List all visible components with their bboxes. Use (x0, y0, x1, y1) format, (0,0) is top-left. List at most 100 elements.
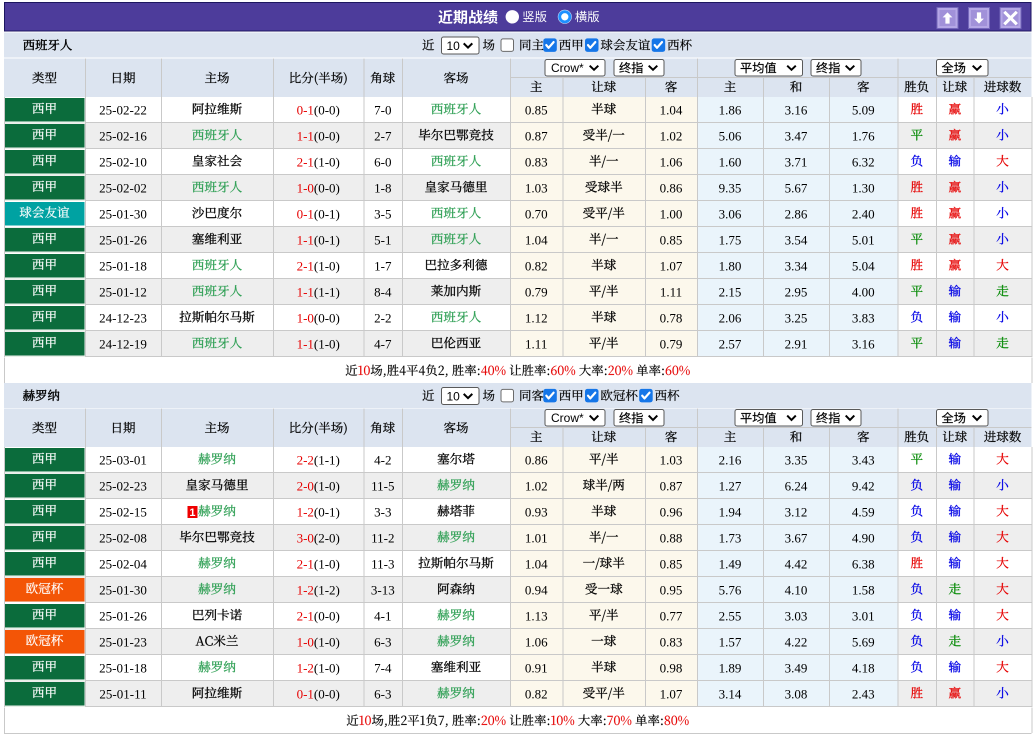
svg-text:8-4: 8-4 (374, 284, 392, 299)
svg-text:1.03: 1.03 (525, 180, 548, 195)
svg-text:3.16: 3.16 (852, 336, 875, 351)
svg-text:1.07: 1.07 (660, 686, 683, 701)
svg-text:0.85: 0.85 (660, 556, 683, 571)
svg-text:25-01-30: 25-01-30 (99, 582, 147, 597)
svg-text:24-12-19: 24-12-19 (99, 336, 147, 351)
svg-text:0.95: 0.95 (660, 582, 683, 597)
svg-text:5.69: 5.69 (852, 634, 875, 649)
svg-text:0.96: 0.96 (660, 504, 683, 519)
svg-text:3.71: 3.71 (785, 154, 808, 169)
svg-text:25-02-23: 25-02-23 (99, 478, 147, 493)
svg-text:2.43: 2.43 (852, 686, 875, 701)
svg-text:25-01-18: 25-01-18 (99, 660, 147, 675)
svg-text:6-3: 6-3 (374, 686, 391, 701)
svg-text:4.42: 4.42 (785, 556, 808, 571)
svg-text:5.76: 5.76 (719, 582, 742, 597)
svg-text:2-1: 2-1 (297, 608, 314, 623)
svg-text:1-2: 1-2 (297, 660, 314, 675)
svg-text:5.09: 5.09 (852, 102, 875, 117)
svg-text:3.54: 3.54 (785, 232, 808, 247)
svg-text:Crow*: Crow* (551, 411, 584, 425)
svg-text:(0-1): (0-1) (314, 232, 340, 247)
svg-text:0.88: 0.88 (660, 530, 683, 545)
svg-text:1.27: 1.27 (719, 478, 742, 493)
svg-text:3.25: 3.25 (785, 310, 808, 325)
svg-text:25-02-16: 25-02-16 (99, 128, 147, 143)
svg-text:(1-1): (1-1) (314, 284, 340, 299)
svg-text:3.14: 3.14 (719, 686, 742, 701)
svg-text:0.70: 0.70 (525, 206, 548, 221)
svg-text:1.57: 1.57 (719, 634, 742, 649)
svg-text:3.03: 3.03 (785, 608, 808, 623)
svg-text:4-2: 4-2 (374, 452, 391, 467)
svg-text:1.73: 1.73 (719, 530, 742, 545)
svg-text:3.83: 3.83 (852, 310, 875, 325)
svg-text:24-12-23: 24-12-23 (99, 310, 147, 325)
svg-text:1.80: 1.80 (719, 258, 742, 273)
svg-text:1.30: 1.30 (852, 180, 875, 195)
svg-text:25-02-22: 25-02-22 (99, 102, 147, 117)
svg-text:6-3: 6-3 (374, 634, 391, 649)
svg-text:(0-0): (0-0) (314, 686, 340, 701)
svg-text:(0-0): (0-0) (314, 102, 340, 117)
svg-text:3-3: 3-3 (374, 504, 391, 519)
svg-text:2.15: 2.15 (719, 284, 742, 299)
svg-text:(0-1): (0-1) (314, 504, 340, 519)
svg-text:10: 10 (447, 39, 461, 53)
svg-text:0.82: 0.82 (525, 686, 548, 701)
svg-text:(1-0): (1-0) (314, 660, 340, 675)
svg-text:1-1: 1-1 (297, 336, 314, 351)
svg-text:1-2: 1-2 (297, 504, 314, 519)
svg-text:0.83: 0.83 (660, 634, 683, 649)
svg-text:5.67: 5.67 (785, 180, 808, 195)
svg-text:4.18: 4.18 (852, 660, 875, 675)
svg-text:4.00: 4.00 (852, 284, 875, 299)
svg-text:25-01-23: 25-01-23 (99, 634, 147, 649)
svg-text:1.94: 1.94 (719, 504, 742, 519)
svg-text:(1-2): (1-2) (314, 582, 340, 597)
svg-text:1.58: 1.58 (852, 582, 875, 597)
svg-text:1.06: 1.06 (525, 634, 548, 649)
svg-text:3.47: 3.47 (785, 128, 808, 143)
svg-text:6.38: 6.38 (852, 556, 875, 571)
svg-text:1.02: 1.02 (660, 128, 683, 143)
svg-text:1.03: 1.03 (660, 452, 683, 467)
svg-text:5.06: 5.06 (719, 128, 742, 143)
svg-text:25-02-02: 25-02-02 (99, 180, 147, 195)
svg-text:1.01: 1.01 (525, 530, 548, 545)
svg-text:2-0: 2-0 (297, 478, 314, 493)
svg-text:1.04: 1.04 (525, 556, 548, 571)
svg-text:1.76: 1.76 (852, 128, 875, 143)
svg-text:10: 10 (447, 389, 461, 403)
svg-text:4-1: 4-1 (374, 608, 391, 623)
svg-text:0-1: 0-1 (297, 206, 314, 221)
svg-text:1.07: 1.07 (660, 258, 683, 273)
svg-text:1-0: 1-0 (297, 180, 314, 195)
svg-text:25-02-10: 25-02-10 (99, 154, 147, 169)
svg-text:3.16: 3.16 (785, 102, 808, 117)
svg-text:1-7: 1-7 (374, 258, 392, 273)
svg-text:2-7: 2-7 (374, 128, 392, 143)
svg-text:(1-0): (1-0) (314, 154, 340, 169)
svg-text:0.93: 0.93 (525, 504, 548, 519)
svg-text:(2-0): (2-0) (314, 530, 340, 545)
svg-text:0.85: 0.85 (660, 232, 683, 247)
svg-text:1.00: 1.00 (660, 206, 683, 221)
svg-text:25-01-26: 25-01-26 (99, 232, 147, 247)
svg-text:1.60: 1.60 (719, 154, 742, 169)
svg-text:25-01-11: 25-01-11 (99, 686, 146, 701)
svg-text:(0-0): (0-0) (314, 608, 340, 623)
svg-text:(1-0): (1-0) (314, 478, 340, 493)
svg-text:25-01-30: 25-01-30 (99, 206, 147, 221)
svg-text:3.49: 3.49 (785, 660, 808, 675)
svg-text:0.83: 0.83 (525, 154, 548, 169)
svg-text:3-0: 3-0 (297, 530, 314, 545)
svg-text:4.59: 4.59 (852, 504, 875, 519)
svg-text:11-5: 11-5 (371, 478, 394, 493)
svg-text:3.08: 3.08 (785, 686, 808, 701)
svg-text:2-1: 2-1 (297, 154, 314, 169)
svg-text:1.49: 1.49 (719, 556, 742, 571)
svg-text:0.86: 0.86 (660, 180, 683, 195)
svg-text:2.95: 2.95 (785, 284, 808, 299)
svg-text:3.35: 3.35 (785, 452, 808, 467)
